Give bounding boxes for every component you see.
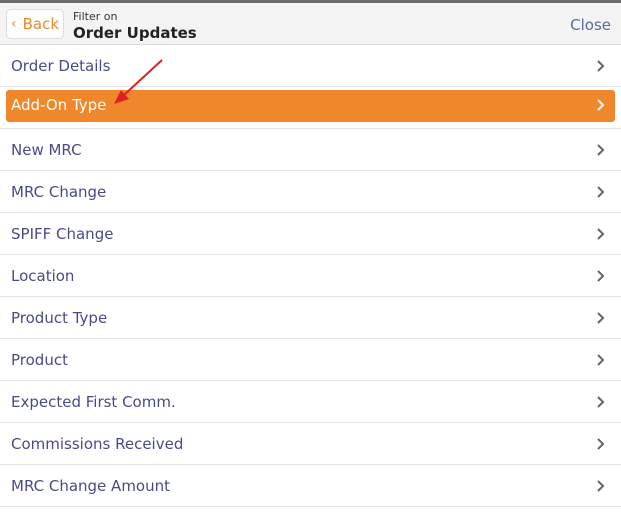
chevron-right-icon <box>597 312 605 324</box>
list-item-new-mrc[interactable]: New MRC <box>0 129 621 171</box>
chevron-right-icon <box>597 354 605 366</box>
list-item-product[interactable]: Product <box>0 339 621 381</box>
back-label: Back <box>22 15 60 33</box>
close-button[interactable]: Close <box>570 16 611 34</box>
list-item-label: Location <box>11 267 75 285</box>
list-item-label: Product Type <box>11 309 108 327</box>
list-item-label: Add-On Type <box>11 96 107 114</box>
chevron-right-icon <box>597 144 605 156</box>
list-item-add-on-type[interactable]: Add-On Type <box>0 87 621 129</box>
chevron-right-icon <box>597 99 605 111</box>
chevron-right-icon <box>597 270 605 282</box>
filter-subtitle: Filter on <box>73 10 118 23</box>
list-item-spiff-change[interactable]: SPIFF Change <box>0 213 621 255</box>
list-item-label: Product <box>11 351 68 369</box>
chevron-right-icon <box>597 228 605 240</box>
list-item-label: Expected First Comm. <box>11 393 176 411</box>
list-item-label: MRC Change Amount <box>11 477 171 495</box>
chevron-right-icon <box>597 480 605 492</box>
list-item-mrc-change-amount[interactable]: MRC Change Amount <box>0 465 621 507</box>
chevron-right-icon <box>597 60 605 72</box>
list-item-label: New MRC <box>11 141 82 159</box>
list-item-mrc-change[interactable]: MRC Change <box>0 171 621 213</box>
list-item-expected-first-comm[interactable]: Expected First Comm. <box>0 381 621 423</box>
chevron-left-icon: ‹ <box>10 16 17 32</box>
list-item-location[interactable]: Location <box>0 255 621 297</box>
list-item-label: Commissions Received <box>11 435 184 453</box>
filter-header: ‹ Back Filter on Order Updates Close <box>0 3 621 45</box>
page-title: Order Updates <box>73 24 197 42</box>
chevron-right-icon <box>597 438 605 450</box>
chevron-right-icon <box>597 396 605 408</box>
list-item-commissions-received[interactable]: Commissions Received <box>0 423 621 465</box>
chevron-right-icon <box>597 186 605 198</box>
list-item-label: MRC Change <box>11 183 107 201</box>
back-button[interactable]: ‹ Back <box>6 9 64 39</box>
list-item-label: Order Details <box>11 57 111 75</box>
filter-list: Order Details Add-On Type New MRC MRC Ch… <box>0 45 621 507</box>
list-item-product-type[interactable]: Product Type <box>0 297 621 339</box>
list-item-label: SPIFF Change <box>11 225 114 243</box>
list-item-order-details[interactable]: Order Details <box>0 45 621 87</box>
